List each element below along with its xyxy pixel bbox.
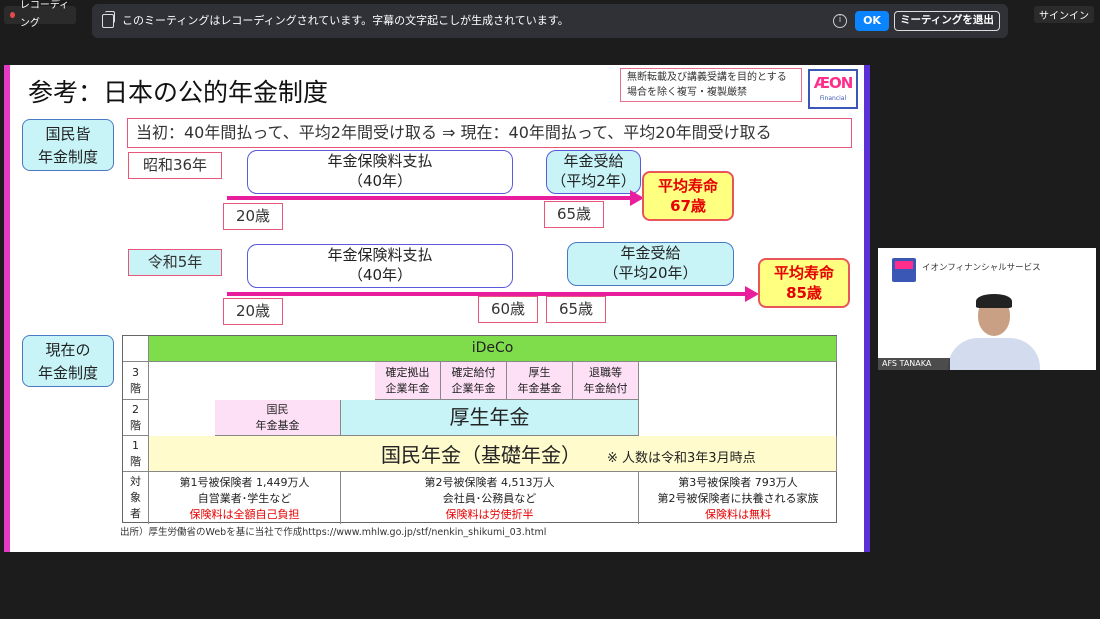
life-expectancy-1: 平均寿命 67歳: [642, 171, 734, 221]
participant-name: AFS TANAKA: [878, 358, 950, 370]
copyright-notice: 無断転載及び講義受講を目的とする場合を除く複写・複製厳禁: [620, 68, 802, 102]
tier-1-label: 1 階: [123, 436, 149, 472]
recording-dot-icon: [10, 12, 15, 18]
copy-icon: [102, 11, 115, 28]
label-universal-pension: 国民皆 年金制度: [22, 119, 114, 171]
employees-pension: 厚生年金: [341, 400, 639, 436]
label-current-system: 現在の 年金制度: [22, 335, 114, 387]
group-2-type: 会社員･公務員など: [442, 492, 537, 505]
ideco-cell: iDeCo: [149, 336, 837, 362]
group-3-count: 第3号被保険者 793万人: [678, 476, 798, 489]
group-2-cell: 第2号被保険者 4,513万人 会社員･公務員など 保険料は労使折半: [341, 472, 639, 524]
group-3-type: 第2号被保険者に扶養される家族: [657, 492, 819, 505]
basic-pension-label: 国民年金（基礎年金）: [381, 443, 581, 467]
pension-structure-table: iDeCo 3 階 確定拠出 企業年金 確定給付 企業年金 厚生 年金基金 退職…: [122, 335, 837, 524]
group-1-count: 第1号被保険者 1,449万人: [179, 476, 310, 489]
group-2-count: 第2号被保険者 4,513万人: [424, 476, 555, 489]
group-1-type: 自営業者･学生など: [197, 492, 292, 505]
aeon-logo: ÆON Financial: [808, 69, 858, 109]
recording-banner: このミーティングはレコーディングされています。字幕の文字起こしが生成されています…: [92, 4, 1008, 38]
subjects-label: 対 象 者: [123, 472, 149, 524]
employee-pension-fund: 厚生 年金基金: [507, 362, 573, 400]
logo-sub: Financial: [819, 95, 847, 102]
info-icon[interactable]: i: [833, 14, 847, 28]
age-65-label-1: 65歳: [544, 201, 604, 228]
basic-pension-note: ※ 人数は令和3年3月時点: [607, 451, 756, 466]
pension-receipt-box-2: 年金受給 （平均20年）: [567, 242, 734, 286]
group-1-cell: 第1号被保険者 1,449万人 自営業者･学生など 保険料は全額自己負担: [149, 472, 341, 524]
age-65-label-2: 65歳: [546, 296, 606, 323]
premium-payment-box-1: 年金保険料支払 （40年）: [247, 150, 513, 194]
banner-message: このミーティングはレコーディングされています。字幕の文字起こしが生成されています…: [122, 14, 569, 27]
db-corporate-pension: 確定給付 企業年金: [441, 362, 507, 400]
group-1-premium: 保険料は全額自己負担: [189, 508, 300, 521]
group-3-premium: 保険料は無料: [705, 508, 771, 521]
company-name: イオンフィナンシャルサービス: [922, 263, 1041, 273]
basic-pension-cell: 国民年金（基礎年金） ※ 人数は令和3年3月時点: [149, 436, 837, 472]
recording-indicator[interactable]: レコーディング: [4, 0, 76, 29]
era-label-showa: 昭和36年: [128, 152, 222, 179]
age-20-label-1: 20歳: [223, 203, 283, 230]
source-note: 出所）厚生労働省のWebを基に当社で作成https://www.mhlw.go.…: [120, 527, 547, 538]
tier-3-label: 3 階: [123, 362, 149, 400]
group-3-cell: 第3号被保険者 793万人 第2号被保険者に扶養される家族 保険料は無料: [639, 472, 837, 524]
participant-body: [948, 338, 1040, 370]
ideco-blank-cell: [123, 336, 149, 362]
life-expectancy-2: 平均寿命 85歳: [758, 258, 850, 308]
pension-receipt-box-1: 年金受給 （平均2年）: [546, 150, 641, 194]
logo-text: ÆON: [813, 74, 854, 92]
ok-button[interactable]: OK: [855, 11, 889, 31]
participant-video-tile[interactable]: イオンフィナンシャルサービス AFS TANAKA: [878, 248, 1096, 370]
signin-button[interactable]: サインイン: [1034, 6, 1094, 23]
retirement-pension-benefit: 退職等 年金給付: [573, 362, 639, 400]
aeon-brand-icon: [892, 258, 916, 282]
slide-title: 参考：日本の公的年金制度: [28, 78, 329, 107]
premium-payment-box-2: 年金保険料支払 （40年）: [247, 244, 513, 288]
timeline-arrow-1: [227, 190, 644, 206]
dc-corporate-pension: 確定拠出 企業年金: [375, 362, 441, 400]
tier-2-label: 2 階: [123, 400, 149, 436]
era-label-reiwa: 令和5年: [128, 249, 222, 276]
leave-meeting-button[interactable]: ミーティングを退出: [894, 11, 1000, 31]
shared-slide: 参考：日本の公的年金制度 無断転載及び講義受講を目的とする場合を除く複写・複製厳…: [4, 65, 870, 552]
age-60-label-2: 60歳: [478, 296, 538, 323]
participant-hair: [976, 294, 1012, 308]
summary-banner: 当初：40年間払って、平均2年間受け取る ⇒ 現在：40年間払って、平均20年間…: [127, 118, 852, 148]
national-pension-fund: 国民 年金基金: [215, 400, 341, 436]
group-2-premium: 保険料は労使折半: [445, 508, 534, 521]
age-20-label-2: 20歳: [223, 298, 283, 325]
recording-label: レコーディング: [19, 0, 70, 29]
